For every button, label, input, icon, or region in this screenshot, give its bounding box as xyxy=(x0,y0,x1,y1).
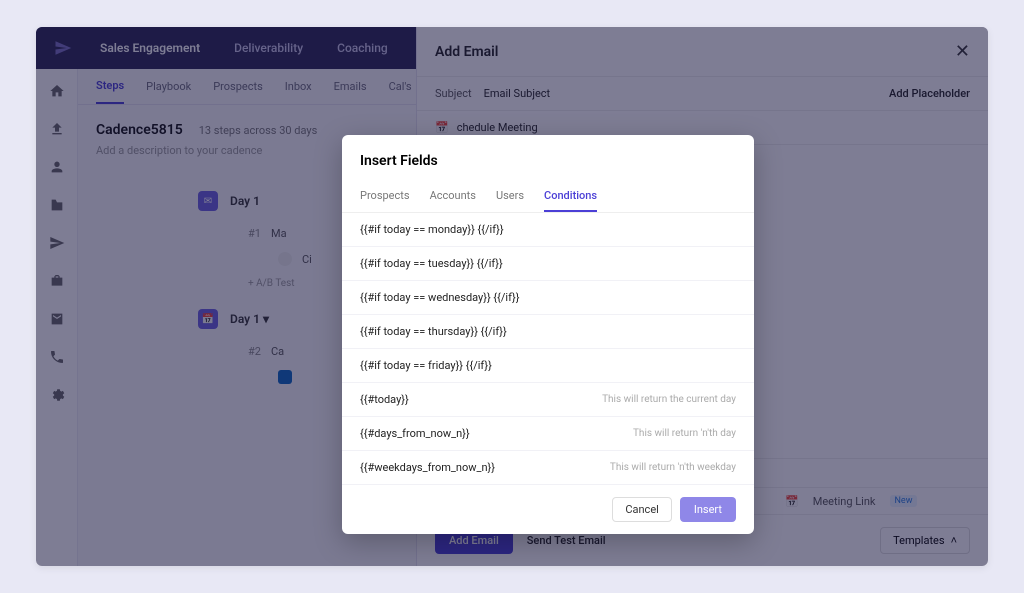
field-row[interactable]: {{#weekdays_from_now_n}}This will return… xyxy=(342,451,754,485)
insert-button[interactable]: Insert xyxy=(680,497,736,522)
field-row[interactable]: {{#days_from_now_n}}This will return 'n'… xyxy=(342,417,754,451)
modal-footer: Cancel Insert xyxy=(342,485,754,534)
field-row[interactable]: {{#if today == tuesday}} {{/if}} xyxy=(342,247,754,281)
modal-tab-prospects[interactable]: Prospects xyxy=(360,181,410,212)
cancel-button[interactable]: Cancel xyxy=(612,497,671,522)
field-row[interactable]: {{#if today == monday}} {{/if}} xyxy=(342,213,754,247)
app-window: Sales Engagement Deliverability Coaching… xyxy=(36,27,988,566)
field-row[interactable]: {{#if today == wednesday}} {{/if}} xyxy=(342,281,754,315)
modal-tabs: Prospects Accounts Users Conditions xyxy=(342,181,754,213)
field-row[interactable]: {{#if today == thursday}} {{/if}} xyxy=(342,315,754,349)
modal-field-list: {{#if today == monday}} {{/if}} {{#if to… xyxy=(342,213,754,485)
field-row[interactable]: {{#if today == friday}} {{/if}} xyxy=(342,349,754,383)
field-row[interactable]: {{#today}}This will return the current d… xyxy=(342,383,754,417)
modal-tab-conditions[interactable]: Conditions xyxy=(544,181,597,212)
modal-tab-accounts[interactable]: Accounts xyxy=(430,181,476,212)
modal-title: Insert Fields xyxy=(342,153,754,181)
insert-fields-modal: Insert Fields Prospects Accounts Users C… xyxy=(342,135,754,534)
modal-tab-users[interactable]: Users xyxy=(496,181,524,212)
